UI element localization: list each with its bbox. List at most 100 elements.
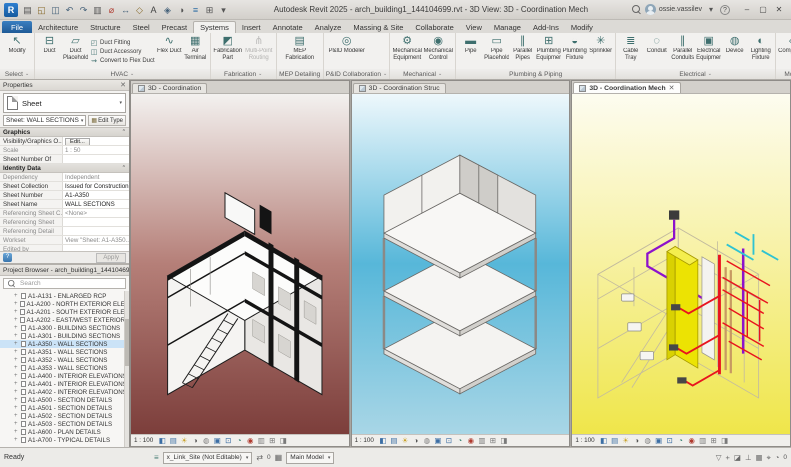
- worksharing-display-icon[interactable]: ◨: [278, 435, 288, 446]
- open-icon[interactable]: ◱: [35, 3, 48, 17]
- panel-label-mechanical[interactable]: Mechanical ⌄: [390, 69, 456, 79]
- property-value[interactable]: <None>: [62, 209, 129, 217]
- customize-qat-icon[interactable]: ▾: [217, 3, 230, 17]
- temporary-view-properties-icon[interactable]: ▥: [256, 435, 266, 446]
- property-value[interactable]: WALL SECTIONS: [62, 200, 129, 208]
- aligned-dimension-icon[interactable]: ↔: [119, 3, 132, 17]
- tab-view[interactable]: View: [460, 22, 488, 33]
- panel-label-model[interactable]: Model: [776, 69, 791, 79]
- expand-icon[interactable]: +: [14, 365, 19, 371]
- tab-modify[interactable]: Modify: [565, 22, 599, 33]
- tab-architecture[interactable]: Architecture: [32, 22, 84, 33]
- browser-item[interactable]: + A1-A402 - INTERIOR ELEVATIONS: [0, 388, 129, 396]
- expand-icon[interactable]: +: [14, 301, 18, 307]
- crop-view-icon[interactable]: ▣: [433, 435, 443, 446]
- p-id-modeler-button[interactable]: ◎ P&ID Modeler: [326, 34, 368, 69]
- properties-help-icon[interactable]: ?: [3, 253, 12, 262]
- parallel-pipes-button[interactable]: ∥ Parallel Pipes: [510, 34, 535, 69]
- drag-on-selection-toggle-icon[interactable]: +: [725, 453, 729, 462]
- text-icon[interactable]: A: [147, 3, 160, 17]
- default-3d-view-icon[interactable]: ◈: [161, 3, 174, 17]
- project-browser-scrollbar[interactable]: [124, 291, 129, 447]
- tab-massing-site[interactable]: Massing & Site: [347, 22, 409, 33]
- expand-icon[interactable]: +: [14, 317, 18, 323]
- plumbing-equipment-button[interactable]: ⊞Plumbing Equipment: [536, 34, 561, 69]
- browser-item[interactable]: + A1-A131 - ENLARGED RCP: [0, 292, 129, 300]
- view-tab-coordination-mech[interactable]: 3D - Coordination Mech ✕: [573, 82, 681, 93]
- temporary-view-properties-icon[interactable]: ▥: [477, 435, 487, 446]
- select-by-face-toggle-icon[interactable]: ◪: [734, 453, 741, 462]
- duct-button[interactable]: ⊟ Duct: [37, 34, 62, 69]
- temporary-hide-isolate-icon[interactable]: ◔: [676, 435, 686, 446]
- select-links-toggle-icon[interactable]: ⌖: [767, 453, 771, 463]
- view-scale[interactable]: 1 : 100: [575, 437, 594, 444]
- visual-style-icon[interactable]: ◧: [378, 435, 388, 446]
- view-tab-coordination[interactable]: 3D - Coordination: [132, 83, 208, 93]
- modify-button[interactable]: ↖ Modify: [2, 34, 32, 69]
- expand-icon[interactable]: +: [14, 413, 19, 419]
- expand-icon[interactable]: +: [14, 421, 19, 427]
- sprinkler-button[interactable]: ✳ Sprinkler: [588, 34, 613, 69]
- browser-item[interactable]: + A1-A503 - SECTION DETAILS: [0, 420, 129, 428]
- browser-item[interactable]: + A1-A352 - WALL SECTIONS: [0, 356, 129, 364]
- help-icon[interactable]: ?: [720, 4, 730, 15]
- rendering-dialog-icon[interactable]: ◍: [643, 435, 653, 446]
- panel-label-fabrication[interactable]: Fabrication ⌄: [210, 69, 276, 79]
- tab-collaborate[interactable]: Collaborate: [409, 22, 459, 33]
- electrical-equipment-button[interactable]: ▣Electrical Equipment: [696, 34, 721, 69]
- expand-icon[interactable]: +: [14, 389, 19, 395]
- parallel-conduits-button[interactable]: ∥ Parallel Conduits: [670, 34, 695, 69]
- expand-icon[interactable]: +: [14, 429, 19, 435]
- print-icon[interactable]: ▥: [91, 3, 104, 17]
- identity-data-group-header[interactable]: Identity Data: [0, 164, 129, 173]
- panel-label-p-id-collaboration[interactable]: P&ID Collaboration ⌄: [323, 69, 390, 79]
- component-button[interactable]: ◈Component: [778, 34, 791, 69]
- tab-insert[interactable]: Insert: [236, 22, 267, 33]
- view-scale[interactable]: 1 : 100: [355, 437, 374, 444]
- select-pinned-toggle-icon[interactable]: ⊥: [745, 453, 752, 462]
- show-crop-region-icon[interactable]: ⊡: [444, 435, 454, 446]
- graphics-group-header[interactable]: Graphics: [0, 128, 129, 137]
- expand-icon[interactable]: +: [14, 333, 19, 339]
- duct-fitting-button[interactable]: ◰ Duct Fitting: [90, 39, 155, 47]
- property-value[interactable]: Independent: [62, 173, 129, 181]
- background-processes-icon[interactable]: ◔: [775, 453, 780, 462]
- minimize-button[interactable]: –: [739, 3, 755, 17]
- shadows-icon[interactable]: ◑: [411, 435, 421, 446]
- sun-path-icon[interactable]: ☀: [621, 435, 631, 446]
- view-canvas-coordination-mech[interactable]: [572, 94, 791, 434]
- browser-item[interactable]: + A1-A501 - SECTION DETAILS: [0, 404, 129, 412]
- panel-label-electrical[interactable]: Electrical ⌄: [616, 69, 776, 79]
- air-terminal-button[interactable]: ▦ Air Terminal: [183, 34, 208, 69]
- property-value[interactable]: View "Sheet: A1-A350...: [62, 236, 129, 244]
- search-icon[interactable]: [631, 4, 642, 15]
- browser-item[interactable]: + A1-A351 - WALL SECTIONS: [0, 348, 129, 356]
- apply-button[interactable]: Apply: [96, 252, 126, 263]
- worksharing-display-icon[interactable]: ◨: [499, 435, 509, 446]
- browser-item[interactable]: + A1-A400 - INTERIOR ELEVATIONS: [0, 372, 129, 380]
- sun-path-icon[interactable]: ☀: [179, 435, 189, 446]
- mechanical-control-device-button[interactable]: ◉Mechanical Control Device: [423, 34, 453, 69]
- tab-add-ins[interactable]: Add-Ins: [527, 22, 565, 33]
- panel-label-plumbing-piping[interactable]: Plumbing & Piping: [456, 69, 616, 79]
- property-value[interactable]: [62, 218, 129, 226]
- redo-icon[interactable]: ↷: [77, 3, 90, 17]
- properties-close-icon[interactable]: ✕: [120, 81, 126, 89]
- tab-manage[interactable]: Manage: [488, 22, 527, 33]
- pipe-button[interactable]: ▬ Pipe: [458, 34, 483, 69]
- detail-level-icon[interactable]: ▤: [610, 435, 620, 446]
- browser-item[interactable]: + A1-A600 - PLAN DETAILS: [0, 428, 129, 436]
- show-constraints-icon[interactable]: ⊞: [488, 435, 498, 446]
- view-canvas-coordination[interactable]: [131, 94, 349, 434]
- panel-label-mep-detailing[interactable]: MEP Detailing: [276, 69, 323, 79]
- property-value[interactable]: 1 : 50: [62, 146, 129, 154]
- property-value[interactable]: A1-A350: [62, 191, 129, 199]
- tab-systems[interactable]: Systems: [193, 21, 236, 33]
- tab-analyze[interactable]: Analyze: [309, 22, 348, 33]
- reveal-hidden-elements-icon[interactable]: ◉: [687, 435, 697, 446]
- temporary-hide-isolate-icon[interactable]: ◔: [455, 435, 465, 446]
- browser-item[interactable]: + A1-A350 - WALL SECTIONS: [0, 340, 129, 348]
- mechanical-equipment-button[interactable]: ⚙ Mechanical Equipment: [392, 34, 422, 69]
- undo-icon[interactable]: ↶: [63, 3, 76, 17]
- worksharing-display-icon[interactable]: ◨: [720, 435, 730, 446]
